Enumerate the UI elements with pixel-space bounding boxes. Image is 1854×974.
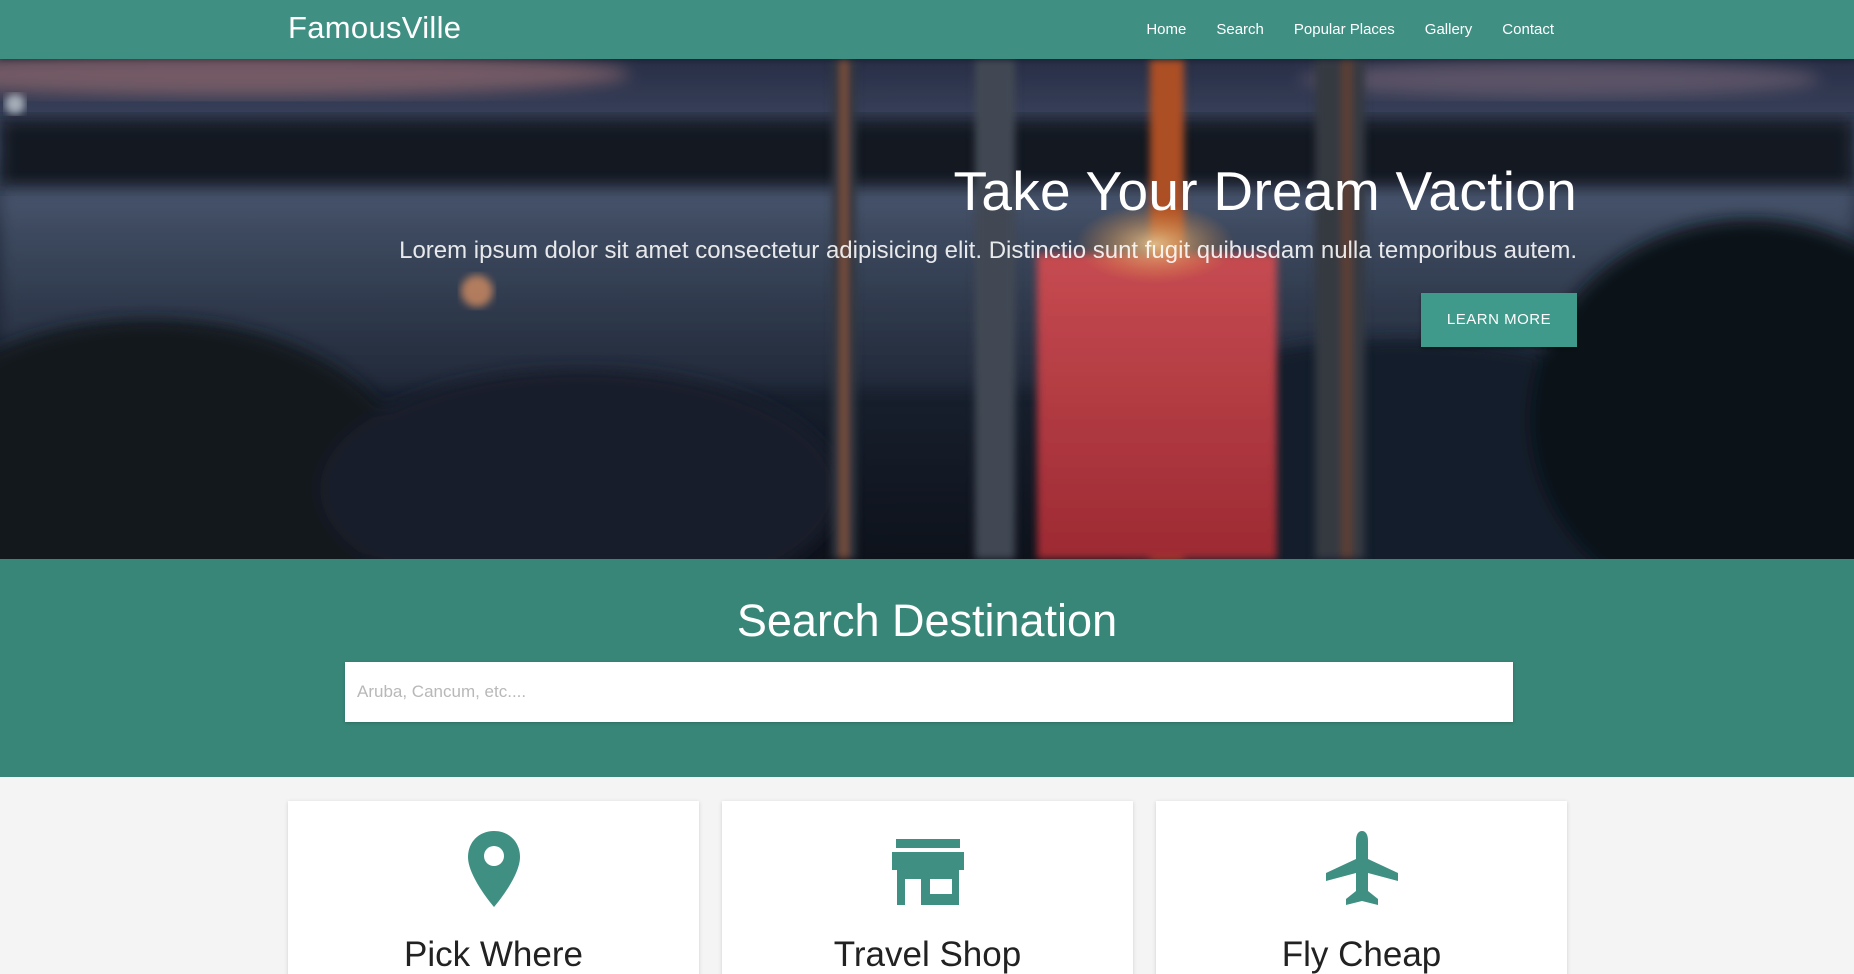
learn-more-button[interactable]: LEARN MORE — [1421, 293, 1577, 347]
feature-card-travel-shop: Travel Shop — [722, 801, 1133, 974]
nav-link-popular-places[interactable]: Popular Places — [1294, 21, 1395, 38]
nav-link-contact[interactable]: Contact — [1502, 21, 1554, 38]
feature-card-fly-cheap: Fly Cheap — [1156, 801, 1567, 974]
hero-subtitle: Lorem ipsum dolor sit amet consectetur a… — [399, 237, 1577, 264]
card-title: Fly Cheap — [1281, 935, 1442, 974]
store-icon — [722, 829, 1133, 909]
feature-card-pick-where: Pick Where — [288, 801, 699, 974]
card-title: Travel Shop — [833, 935, 1022, 974]
hero-content: Take Your Dream Vaction Lorem ipsum dolo… — [277, 159, 1577, 347]
nav-link-home[interactable]: Home — [1146, 21, 1186, 38]
nav-link-gallery[interactable]: Gallery — [1425, 21, 1473, 38]
nav-links: Home Search Popular Places Gallery Conta… — [1116, 0, 1554, 59]
airplane-icon — [1156, 829, 1567, 909]
search-title: Search Destination — [736, 595, 1118, 646]
search-section: Search Destination — [0, 559, 1854, 777]
card-title: Pick Where — [404, 935, 583, 974]
hero-section: Take Your Dream Vaction Lorem ipsum dolo… — [0, 59, 1854, 559]
destination-search-input[interactable] — [345, 662, 1513, 722]
nav-link-search[interactable]: Search — [1216, 21, 1264, 38]
hero-title: Take Your Dream Vaction — [953, 160, 1577, 222]
map-pin-icon — [288, 829, 699, 909]
navbar: FamousVille Home Search Popular Places G… — [0, 0, 1854, 59]
brand-logo[interactable]: FamousVille — [288, 10, 461, 46]
